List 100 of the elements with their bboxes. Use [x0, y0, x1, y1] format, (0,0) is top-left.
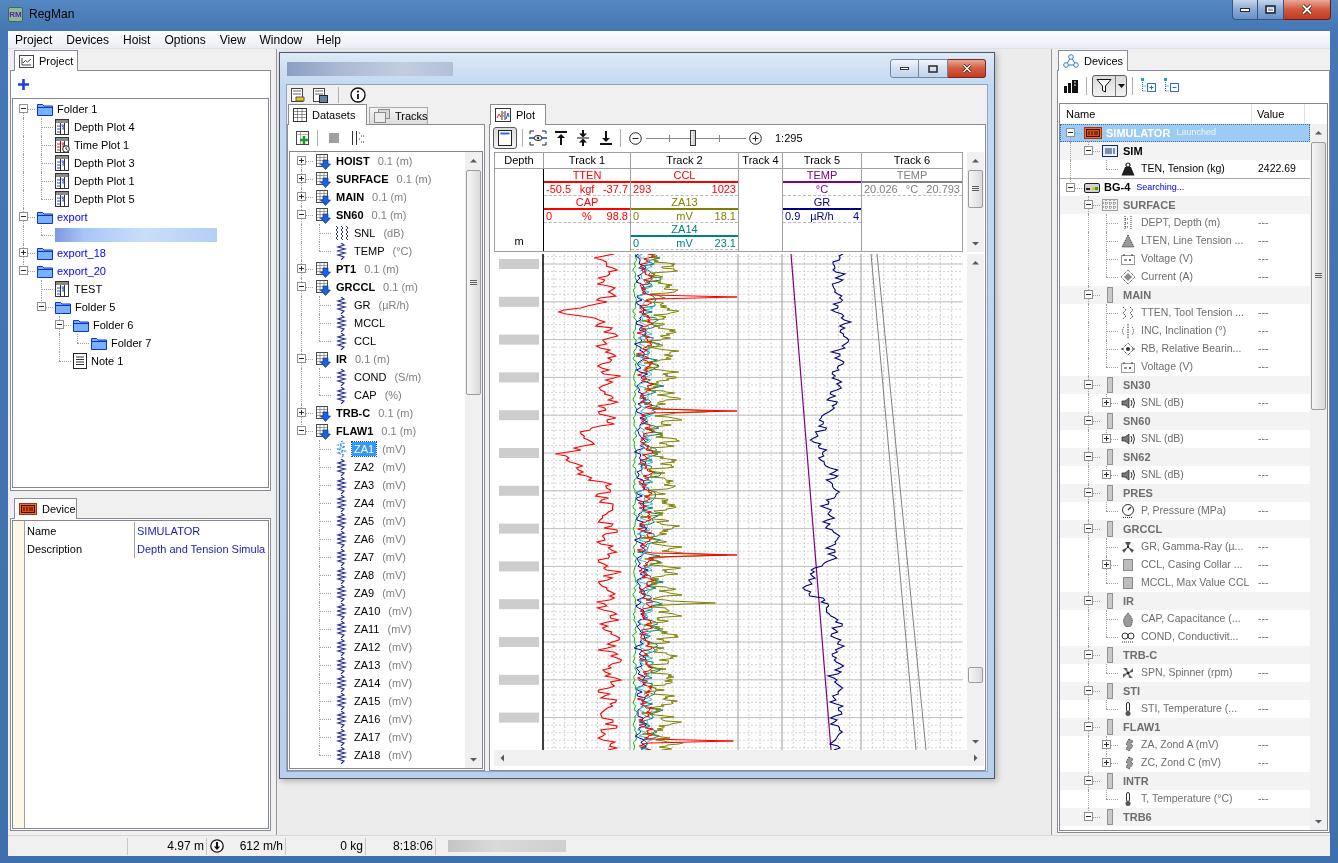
tree-item[interactable]: Note 1 — [90, 354, 125, 368]
tree-item[interactable]: ZA7 — [352, 550, 377, 564]
tree-item[interactable]: ZA2 — [352, 460, 377, 474]
scrollbar-thumb[interactable] — [1311, 142, 1326, 410]
tree-item[interactable]: ZA6 — [352, 532, 377, 546]
collapse-icon[interactable] — [297, 354, 306, 363]
expand-icon[interactable] — [19, 248, 28, 257]
expand-icon[interactable] — [1102, 470, 1111, 479]
horizontal-scrollbar[interactable] — [494, 750, 984, 766]
zoom-slider[interactable] — [646, 130, 746, 146]
tree-item[interactable]: export_20 — [56, 264, 107, 278]
collapse-icon[interactable] — [19, 104, 28, 113]
tree-item[interactable]: Depth Plot 1 — [73, 174, 136, 188]
tab[interactable]: Devices — [1058, 50, 1128, 71]
menu-item[interactable]: Options — [157, 31, 213, 48]
tree-item[interactable]: ZA3 — [352, 478, 377, 492]
expand-icon[interactable] — [1102, 434, 1111, 443]
maximize-button[interactable] — [919, 59, 948, 78]
tree-row[interactable]: PRES — [1060, 484, 1310, 502]
fit-icon[interactable] — [529, 130, 547, 146]
tree-item[interactable]: PT1 — [334, 262, 359, 276]
collapse-icon[interactable] — [1084, 200, 1093, 209]
tree-item[interactable]: ZA9 — [352, 586, 377, 600]
expand-icon[interactable] — [297, 192, 306, 201]
close-button[interactable] — [1284, 0, 1331, 20]
maximize-button[interactable] — [1258, 0, 1284, 20]
expand-icon[interactable] — [297, 408, 306, 417]
tab[interactable]: Plot — [490, 104, 546, 125]
tree-item[interactable]: HOIST — [334, 154, 372, 168]
collapse-icon[interactable] — [1084, 776, 1093, 785]
collapse-icon[interactable] — [297, 210, 306, 219]
columns-icon[interactable] — [351, 130, 365, 146]
layout-toggle-button[interactable] — [493, 127, 517, 149]
expand-icon[interactable] — [1102, 740, 1111, 749]
tree-item[interactable]: ZA16 — [352, 712, 383, 726]
collapse-icon[interactable] — [297, 282, 306, 291]
expand-icon[interactable] — [297, 264, 306, 273]
close-button[interactable] — [948, 59, 986, 78]
expand-icon[interactable] — [297, 174, 306, 183]
tree-item[interactable]: ZA4 — [352, 496, 377, 510]
minimize-button[interactable] — [1232, 0, 1258, 20]
add-sheet-icon[interactable] — [295, 130, 311, 146]
sheet-save-icon[interactable] — [312, 86, 328, 103]
collapse-icon[interactable] — [1084, 488, 1093, 497]
tree-item[interactable]: ZA11 — [352, 622, 382, 636]
bars-icon[interactable] — [1063, 77, 1079, 94]
tree-item[interactable]: Depth Plot 5 — [73, 192, 136, 206]
tree-item[interactable]: export_18 — [56, 246, 107, 260]
menu-item[interactable]: View — [212, 31, 253, 48]
tree-item[interactable]: ZA15 — [352, 694, 383, 708]
tree-item[interactable]: ZA12 — [352, 640, 383, 654]
tree-item[interactable]: ZA14 — [352, 676, 383, 690]
track-title[interactable]: Track 1 — [544, 153, 631, 168]
zoom-out-icon[interactable] — [629, 131, 642, 145]
tree-row[interactable]: IR — [1060, 592, 1310, 610]
scrollbar-thumb[interactable] — [968, 170, 983, 208]
collapse-icon[interactable] — [1066, 128, 1075, 137]
collapse-icon[interactable] — [297, 426, 306, 435]
tree-item[interactable]: export — [56, 210, 89, 224]
expand-icon[interactable] — [1102, 758, 1111, 767]
tree-row[interactable]: STI — [1060, 682, 1310, 700]
tree-item[interactable]: ZA13 — [352, 658, 383, 672]
tree-item[interactable]: Depth Plot 3 — [73, 156, 136, 170]
collapse-icon[interactable] — [1084, 452, 1093, 461]
tree-item[interactable]: ZA8 — [352, 568, 377, 582]
menu-item[interactable]: Help — [309, 31, 348, 48]
scrollbar-thumb[interactable] — [466, 170, 481, 395]
tree-item[interactable]: TEST — [73, 282, 104, 296]
tree-item[interactable]: MAIN — [334, 190, 367, 204]
tree-item[interactable]: MCCL — [352, 316, 388, 330]
tab[interactable]: Device — [14, 498, 77, 519]
track-title[interactable]: Track 6 — [862, 153, 962, 168]
tree-row[interactable]: SN62 — [1060, 448, 1310, 466]
expand-icon[interactable] — [297, 156, 306, 165]
menu-item[interactable]: Hoist — [116, 31, 158, 48]
tree-row[interactable]: TRB-C — [1060, 646, 1310, 664]
collapse-icon[interactable] — [1084, 416, 1093, 425]
tree-item[interactable]: ZA10 — [352, 604, 383, 618]
tree-item[interactable]: SNL — [352, 226, 378, 240]
tree-row[interactable]: SN60 — [1060, 412, 1310, 430]
tree-item[interactable]: ZA18 — [352, 748, 383, 762]
vertical-scrollbar[interactable] — [1310, 124, 1327, 830]
slider-thumb[interactable] — [690, 130, 696, 146]
collapse-icon[interactable] — [1084, 812, 1093, 821]
minimize-button[interactable] — [890, 59, 919, 78]
tree-row[interactable]: SN30 — [1060, 376, 1310, 394]
tree-item[interactable]: GR — [352, 298, 373, 312]
tab[interactable]: Project — [14, 50, 78, 71]
track-title[interactable]: Track 2 — [631, 153, 739, 168]
collapse-icon[interactable] — [37, 302, 46, 311]
collapse-icon[interactable] — [1084, 650, 1093, 659]
expand-icon[interactable] — [1102, 398, 1111, 407]
filter-button[interactable] — [1092, 74, 1127, 97]
tree-item[interactable]: COND — [352, 370, 389, 384]
tree-item[interactable]: GRCCL — [334, 280, 378, 294]
track-title[interactable]: Depth — [495, 153, 544, 168]
tree-item[interactable]: CAP — [352, 388, 379, 402]
menu-item[interactable]: Devices — [59, 31, 117, 48]
tree-row[interactable]: MAIN — [1060, 286, 1310, 304]
info-icon[interactable] — [350, 86, 366, 103]
